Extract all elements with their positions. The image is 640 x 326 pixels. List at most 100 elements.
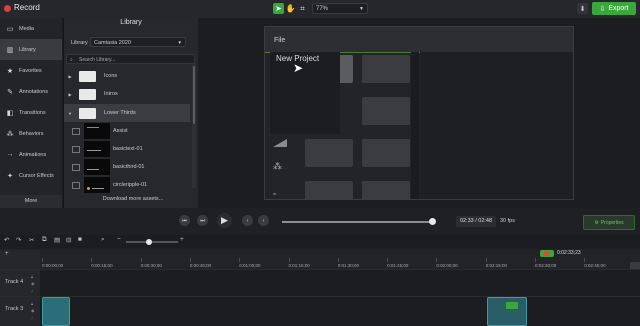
ruler-tick	[239, 258, 241, 262]
canvas-grid-bg	[420, 52, 573, 199]
fps-label: 30 fps	[500, 218, 515, 224]
export-button[interactable]: ⇩ Export	[592, 2, 636, 15]
zoom-plus-icon[interactable]: +	[180, 236, 184, 243]
paste-icon[interactable]: ▤	[54, 236, 60, 244]
nav-item-cursor-effects[interactable]: ✦ Cursor Effects	[0, 165, 62, 186]
properties-button[interactable]: ⚙ Properties	[583, 215, 635, 230]
library-panel: Library Library Camtasia 2020 ▼ ⌕ Search L…	[63, 18, 198, 208]
download-more-assets-link[interactable]: Download more assets...	[78, 196, 188, 202]
ruler-tick	[436, 258, 438, 262]
previous-icon[interactable]: ‹	[242, 215, 253, 226]
behaviors-icon: ⁂	[6, 130, 14, 138]
asset-thumbnail	[84, 159, 110, 175]
canvas-divider	[411, 52, 419, 199]
track-row[interactable]: Track 4 🔒︎ ◉ ♪	[0, 269, 640, 297]
ruler-tick	[189, 258, 191, 262]
preview-canvas[interactable]: File New Project ➤ ⁂ ≈	[264, 26, 574, 200]
media-icon: ▭	[6, 25, 14, 33]
record-icon[interactable]	[4, 5, 11, 12]
asset-type-icon	[72, 163, 80, 171]
mute-icon[interactable]: ♪	[31, 315, 38, 320]
nav-item-media[interactable]: ▭ Media	[0, 18, 62, 39]
timeline-zoom-slider[interactable]	[126, 241, 178, 243]
add-track-icon[interactable]: +	[5, 251, 9, 257]
scrub-progress	[282, 221, 432, 223]
asset-type-icon	[72, 181, 80, 189]
lock-icon[interactable]: 🔒︎	[31, 274, 38, 279]
asset-row[interactable]: basictext-01	[64, 140, 190, 158]
split-icon[interactable]: ⊟	[66, 236, 71, 244]
wave-icon: ≈	[273, 192, 277, 198]
playhead-marker[interactable]	[544, 251, 550, 256]
mute-icon[interactable]: ♪	[31, 288, 38, 293]
ruler-tick	[91, 258, 93, 262]
scrub-handle[interactable]	[429, 218, 436, 225]
timeline-clip[interactable]	[42, 297, 70, 326]
cut-icon[interactable]: ✂	[29, 236, 34, 244]
eye-icon[interactable]: ◉	[31, 281, 38, 286]
library-search-input[interactable]: ⌕ Search Library...	[66, 54, 195, 64]
ruler-tick	[42, 258, 43, 262]
folder-row-icons[interactable]: ▶ Icons	[64, 67, 190, 85]
library-icon: ▥	[6, 46, 14, 54]
canvas-menubar	[265, 27, 573, 53]
track-header: Track 3 🔒︎ ◉ ♪	[0, 297, 40, 326]
record-button[interactable]: Record	[14, 3, 40, 12]
zoom-minus-icon[interactable]: −	[117, 236, 121, 243]
track-header: Track 4 🔒︎ ◉ ♪	[0, 270, 40, 297]
chevron-right-icon: ▶	[68, 73, 72, 79]
canvas-file-menu: File	[274, 37, 286, 44]
next-icon[interactable]: ›	[258, 215, 269, 226]
copy-icon[interactable]: ⧉	[42, 236, 47, 244]
play-icon[interactable]: ▶	[217, 213, 232, 228]
asset-row[interactable]: circleripple-01	[64, 176, 190, 194]
ruler-tick-label: 0:00:30;00	[140, 263, 162, 268]
ruler-tick	[535, 258, 536, 262]
select-tool-icon[interactable]: ➤	[273, 3, 284, 14]
asset-type-icon	[72, 127, 80, 135]
ruler-tick-label: 0:02:00;00	[436, 263, 458, 268]
timeline-clip[interactable]	[487, 297, 527, 326]
redo-icon[interactable]: ↷	[16, 236, 21, 244]
pan-tool-icon[interactable]: ✋	[285, 3, 296, 14]
canvas-tile	[362, 139, 410, 167]
rewind-icon[interactable]: ⏮	[179, 215, 190, 226]
chevron-right-icon: ▶	[68, 91, 72, 97]
zoom-out-icon[interactable]: ⌕	[101, 236, 105, 244]
download-icon[interactable]: ⬇	[577, 3, 588, 14]
library-scrollbar-thumb[interactable]	[193, 66, 195, 124]
eye-icon[interactable]: ◉	[31, 308, 38, 313]
asset-thumbnail	[84, 123, 110, 139]
folder-row-intros[interactable]: ▶ Intros	[64, 85, 190, 103]
more-button[interactable]: More	[0, 195, 62, 208]
mouse-cursor-icon: ➤	[293, 61, 304, 75]
camera-icon[interactable]: ■	[78, 236, 82, 243]
nav-item-annotations[interactable]: ✎ Annotations	[0, 81, 62, 102]
nav-item-library[interactable]: ▥ Library	[0, 39, 62, 60]
file-dropdown-menu	[270, 52, 340, 134]
undo-icon[interactable]: ↶	[4, 236, 9, 244]
nav-item-behaviors[interactable]: ⁂ Behaviors	[0, 123, 62, 144]
canvas-tile	[362, 181, 410, 199]
step-forward-icon[interactable]: ⏭	[197, 215, 208, 226]
asset-row[interactable]: basicthird-01	[64, 158, 190, 176]
nav-item-transitions[interactable]: ◧ Transitions	[0, 102, 62, 123]
nav-item-animations[interactable]: → Animations	[0, 144, 62, 165]
crop-tool-icon[interactable]: ⌗	[297, 3, 308, 14]
library-select[interactable]: Camtasia 2020 ▼	[90, 37, 186, 47]
asset-row[interactable]: Assist	[64, 122, 190, 140]
ruler-tick	[337, 258, 339, 262]
image-icon	[273, 139, 287, 147]
animation-icon: →	[6, 151, 14, 158]
track-row[interactable]: Track 3 🔒︎ ◉ ♪	[0, 296, 640, 326]
folder-row-lower-thirds[interactable]: ▼ Lower Thirds	[64, 104, 190, 122]
zoom-dropdown[interactable]: 77% ▼	[312, 3, 368, 14]
ruler-tick	[584, 258, 586, 262]
canvas-tile	[305, 139, 353, 167]
nav-item-favorites[interactable]: ★ Favorites	[0, 60, 62, 81]
asset-type-icon	[72, 145, 80, 153]
folder-icon	[79, 107, 96, 119]
ruler-tick-label: 0:00:45;00	[189, 263, 212, 268]
timeline-zoom-handle[interactable]	[146, 239, 152, 245]
lock-icon[interactable]: 🔒︎	[31, 301, 38, 306]
